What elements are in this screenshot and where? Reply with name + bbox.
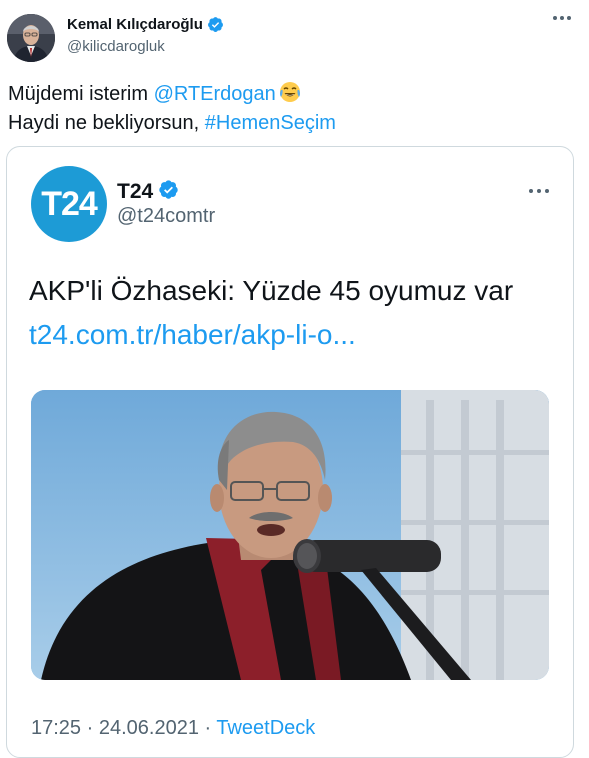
tweet-line-2-text: Haydi ne bekliyorsun, <box>8 112 205 134</box>
author-name-row: Kemal Kılıçdaroğlu <box>67 16 224 33</box>
hashtag-link[interactable]: #HemenSeçim <box>205 112 336 134</box>
avatar[interactable] <box>7 14 55 62</box>
avatar-image <box>7 14 55 62</box>
tweet-line-1: Müjdemi isterim @RTErdogan <box>8 80 336 109</box>
quoted-tweet-card[interactable]: T24 T24 @t24comtr AKP'li Özhaseki: Yüzde… <box>6 146 574 758</box>
quoted-date[interactable]: 24.06.2021 <box>99 717 199 739</box>
tweet-line-2: Haydi ne bekliyorsun, #HemenSeçim <box>8 109 336 138</box>
author-name[interactable]: Kemal Kılıçdaroğlu <box>67 16 203 33</box>
tweet-line-1-text: Müjdemi isterim <box>8 83 154 105</box>
quoted-author-handle[interactable]: @t24comtr <box>117 205 215 228</box>
tweet: Kemal Kılıçdaroğlu @kilicdarogluk Müjdem… <box>0 0 589 758</box>
t24-logo[interactable]: T24 <box>31 166 107 242</box>
tweet-text: Müjdemi isterim @RTErdogan Haydi ne bekl… <box>8 80 336 138</box>
quoted-article-link[interactable]: t24.com.tr/haber/akp-li-o... <box>29 319 356 351</box>
more-dots-icon[interactable] <box>529 189 549 193</box>
quoted-time[interactable]: 17:25 <box>31 717 81 739</box>
article-photo[interactable] <box>31 390 549 680</box>
t24-logo-text: T24 <box>41 184 98 223</box>
verified-badge-icon <box>207 16 224 33</box>
meta-separator: · <box>198 717 217 739</box>
quoted-source[interactable]: TweetDeck <box>216 717 315 739</box>
quoted-author-name[interactable]: T24 <box>117 180 153 204</box>
quoted-tweet-meta: 17:25 · 24.06.2021 · TweetDeck <box>31 717 315 740</box>
mention-link[interactable]: @RTErdogan <box>154 83 276 105</box>
quoted-name-row: T24 <box>117 179 179 205</box>
author-handle[interactable]: @kilicdarogluk <box>67 38 165 55</box>
face-with-tears-of-joy-emoji <box>278 80 302 104</box>
more-dots-icon[interactable] <box>553 16 571 20</box>
quoted-tweet-title: AKP'li Özhaseki: Yüzde 45 oyumuz var <box>29 275 514 306</box>
meta-separator: · <box>81 717 99 739</box>
verified-badge-icon <box>158 179 179 205</box>
speaker-photo-illustration <box>31 390 549 680</box>
